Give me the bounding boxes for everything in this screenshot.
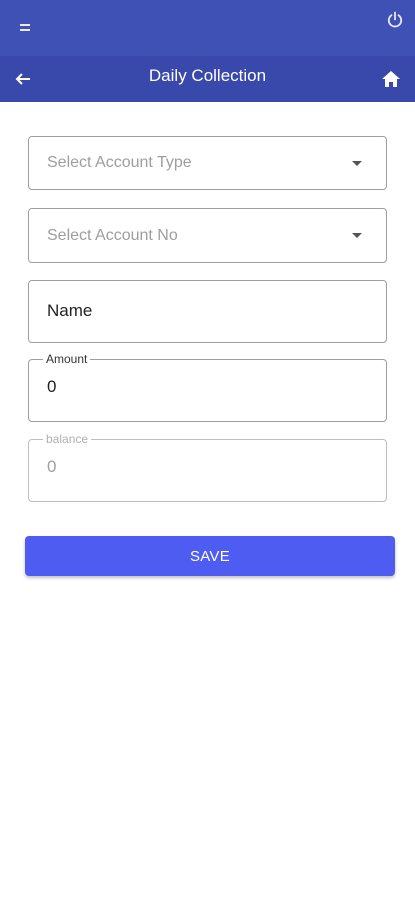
balance-field: balance 0 — [28, 432, 387, 502]
balance-label: balance — [43, 432, 92, 446]
name-placeholder: Name — [47, 301, 93, 320]
account-no-select[interactable]: Select Account No — [28, 208, 387, 263]
dropdown-arrow-icon — [352, 233, 362, 238]
name-field[interactable]: Name — [28, 280, 387, 343]
amount-value: 0 — [47, 377, 57, 396]
account-type-select[interactable]: Select Account Type — [28, 136, 387, 190]
back-arrow-icon[interactable] — [14, 69, 34, 89]
save-button[interactable]: SAVE — [25, 536, 395, 576]
status-bar — [0, 0, 415, 56]
dropdown-arrow-icon — [352, 161, 362, 166]
account-no-placeholder: Select Account No — [47, 227, 178, 244]
power-icon[interactable] — [385, 10, 405, 30]
menu-icon[interactable] — [18, 19, 36, 35]
home-icon[interactable] — [380, 69, 402, 89]
account-type-placeholder: Select Account Type — [47, 154, 192, 171]
app-bar: Daily Collection — [0, 56, 415, 102]
amount-field[interactable]: Amount 0 — [28, 352, 387, 422]
page-title: Daily Collection — [148, 66, 267, 85]
balance-value: 0 — [47, 457, 57, 476]
amount-label: Amount — [43, 352, 91, 366]
